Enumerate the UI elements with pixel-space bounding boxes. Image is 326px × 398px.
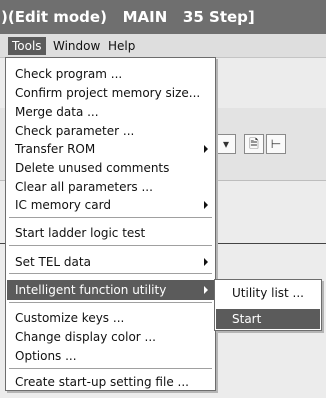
document-icon[interactable]: 🗎: [244, 134, 264, 154]
menu-item-set-tel-data[interactable]: Set TEL data: [7, 252, 214, 272]
menu-separator: [9, 245, 212, 246]
submenu-item-start[interactable]: Start: [216, 309, 320, 329]
dropdown-button[interactable]: ▾: [216, 134, 236, 154]
menu-help[interactable]: Help: [104, 37, 139, 55]
window-title: )(Edit mode) MAIN 35 Step]: [0, 0, 326, 34]
menu-item-confirm-memory-size[interactable]: Confirm project memory size...: [7, 83, 214, 103]
menu-item-label: Confirm project memory size...: [15, 86, 201, 100]
menu-item-label: Delete unused comments: [15, 161, 170, 175]
intelligent-function-submenu: Utility list ... Start: [214, 279, 322, 331]
menu-item-options[interactable]: Options ...: [7, 346, 214, 366]
menu-separator: [9, 273, 212, 274]
submenu-arrow-icon: [204, 201, 208, 209]
menu-item-customize-keys[interactable]: Customize keys ...: [7, 308, 214, 328]
menu-item-label: Check parameter ...: [15, 124, 135, 138]
menu-item-label: Customize keys ...: [15, 311, 125, 325]
menu-item-label: Merge data ...: [15, 105, 99, 119]
menu-item-label: Start ladder logic test: [15, 226, 146, 240]
menu-separator: [9, 368, 212, 369]
menu-item-label: Change display color ...: [15, 330, 156, 344]
menu-separator: [9, 217, 212, 218]
submenu-arrow-icon: [204, 145, 208, 153]
tree-view-icon[interactable]: ⊢: [266, 134, 286, 154]
menu-item-transfer-rom[interactable]: Transfer ROM: [7, 139, 214, 159]
menu-item-check-parameter[interactable]: Check parameter ...: [7, 121, 214, 141]
submenu-item-utility-list[interactable]: Utility list ...: [216, 283, 320, 303]
menu-item-label: IC memory card: [15, 198, 111, 212]
menu-item-label: Intelligent function utility: [15, 283, 167, 297]
menu-bar: Tools Window Help: [0, 34, 326, 58]
menu-item-label: Set TEL data: [15, 255, 91, 269]
menu-item-label: Create start-up setting file ...: [15, 375, 189, 389]
menu-item-intelligent-function-utility[interactable]: Intelligent function utility: [7, 280, 214, 300]
menu-item-label: Transfer ROM: [15, 142, 96, 156]
tools-menu: Check program ... Confirm project memory…: [5, 57, 216, 391]
menu-window[interactable]: Window: [49, 37, 104, 55]
menu-separator: [9, 302, 212, 303]
menu-item-change-display-color[interactable]: Change display color ...: [7, 327, 214, 347]
menu-item-label: Options ...: [15, 349, 77, 363]
menu-item-label: Clear all parameters ...: [15, 180, 153, 194]
submenu-arrow-icon: [204, 286, 208, 294]
menu-item-check-program[interactable]: Check program ...: [7, 64, 214, 84]
menu-item-create-startup-setting-file[interactable]: Create start-up setting file ...: [7, 372, 214, 392]
menu-item-ic-memory-card[interactable]: IC memory card: [7, 195, 214, 215]
menu-item-merge-data[interactable]: Merge data ...: [7, 102, 214, 122]
menu-tools[interactable]: Tools: [8, 37, 46, 55]
menu-item-label: Utility list ...: [232, 286, 304, 300]
menu-item-clear-all-parameters[interactable]: Clear all parameters ...: [7, 177, 214, 197]
menu-item-label: Check program ...: [15, 67, 123, 81]
menu-item-label: Start: [232, 312, 262, 326]
menu-item-start-ladder-logic-test[interactable]: Start ladder logic test: [7, 223, 214, 243]
submenu-arrow-icon: [204, 258, 208, 266]
menu-item-delete-unused-comments[interactable]: Delete unused comments: [7, 158, 214, 178]
